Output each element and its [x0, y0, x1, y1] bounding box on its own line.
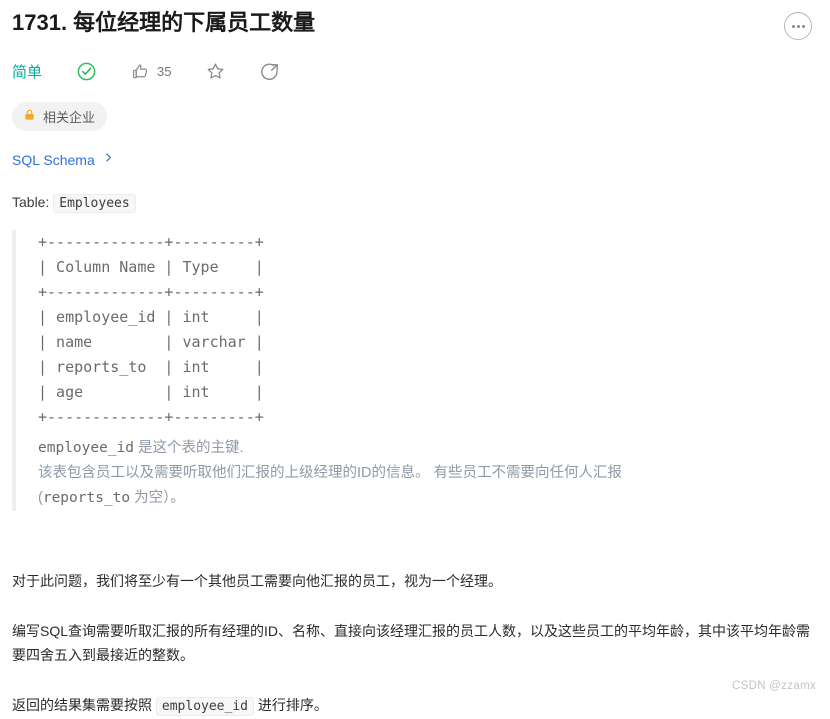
related-companies-label: 相关企业 [43, 110, 96, 125]
like-button[interactable]: 35 [131, 62, 171, 81]
solved-status-button[interactable] [76, 61, 97, 82]
order-suffix: 进行排序。 [253, 697, 328, 713]
like-count: 35 [157, 63, 172, 79]
title-row: 1731. 每位经理的下属员工数量 [12, 0, 818, 40]
table-name-code: Employees [53, 194, 136, 213]
watermark: CSDN @zzamx [732, 680, 816, 692]
problem-page: 1731. 每位经理的下属员工数量 简单 35 相关企业 SQL Schema … [0, 0, 830, 716]
share-icon [260, 61, 281, 82]
action-bar: 简单 35 [12, 56, 818, 86]
table-label-text: Table: [12, 194, 50, 210]
share-button[interactable] [260, 61, 281, 82]
description-paragraph-2: 编写SQL查询需要听取汇报的所有经理的ID、名称、直接向该经理汇报的员工人数，以… [12, 623, 811, 663]
star-icon [205, 61, 226, 82]
related-companies-tag[interactable]: 相关企业 [12, 102, 108, 131]
favorite-button[interactable] [205, 61, 226, 82]
order-prefix: 返回的结果集需要按照 [12, 697, 156, 713]
schema-note-line-3: (reports_to 为空）。 [38, 486, 818, 511]
schema-blockquote: +-------------+---------+ | Column Name … [12, 230, 818, 511]
difficulty-label[interactable]: 简单 [12, 61, 42, 82]
schema-note-line-2: 该表包含员工以及需要听取他们汇报的上级经理的ID的信息。 有些员工不需要向任何人… [38, 465, 623, 481]
order-by-code: employee_id [155, 697, 254, 716]
check-circle-icon [76, 61, 97, 82]
note3-suffix: 为空）。 [130, 490, 185, 506]
schema-notes: employee_id 是这个表的主键. 该表包含员工以及需要听取他们汇报的上级… [38, 436, 818, 511]
thumbs-up-icon [131, 62, 150, 81]
more-options-icon[interactable] [784, 12, 812, 40]
sql-schema-label: SQL Schema [12, 152, 95, 168]
reports-to-code: reports_to [42, 490, 131, 506]
primary-key-text: 是这个表的主键. [134, 440, 244, 456]
schema-ascii-table: +-------------+---------+ | Column Name … [38, 233, 264, 426]
sql-schema-toggle[interactable]: SQL Schema [12, 151, 114, 169]
description-paragraph-3: 返回的结果集需要按照 employee_id 进行排序。 [12, 693, 818, 719]
company-tag-row: 相关企业 [12, 102, 818, 131]
primary-key-code: employee_id [38, 440, 135, 456]
ellipsis-dots [791, 24, 805, 28]
description-paragraph-1: 对于此问题，我们将至少有一个其他员工需要向他汇报的员工，视为一个经理。 [12, 573, 502, 589]
lock-icon [23, 108, 36, 125]
chevron-right-icon [103, 151, 114, 169]
table-label-row: Table: Employees [12, 192, 818, 214]
schema-note-line-1: employee_id 是这个表的主键. [38, 436, 818, 461]
page-title: 1731. 每位经理的下属员工数量 [12, 10, 316, 35]
